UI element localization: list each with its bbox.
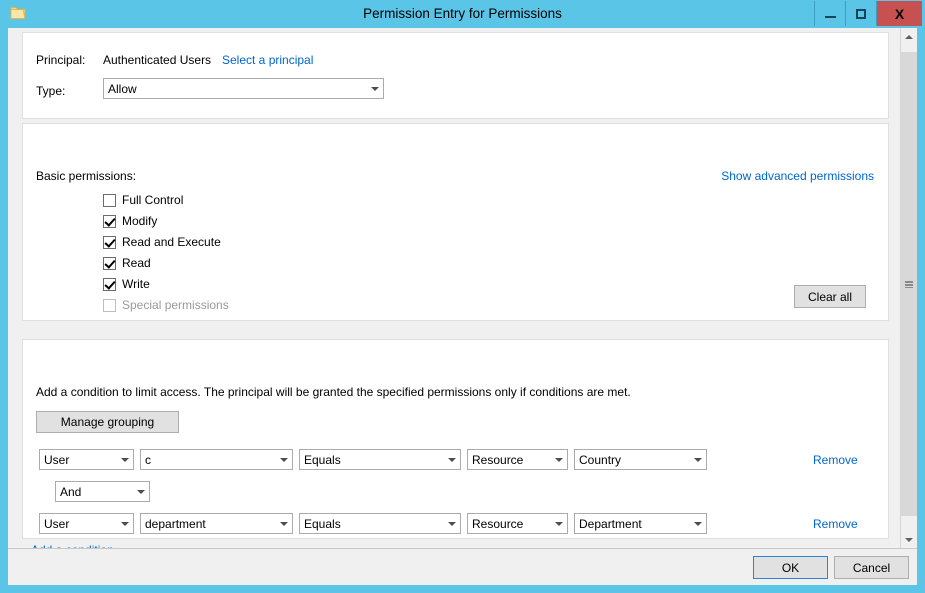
- chevron-down-icon: [275, 450, 292, 469]
- permission-label: Full Control: [122, 193, 184, 207]
- condition-group-operator-value: And: [60, 484, 82, 499]
- condition-2-value-source-value: Resource: [472, 516, 524, 531]
- show-advanced-permissions-link[interactable]: Show advanced permissions: [721, 169, 874, 183]
- checkbox-box: [103, 256, 116, 270]
- condition-1-attribute-combobox[interactable]: c: [140, 449, 293, 470]
- manage-grouping-button[interactable]: Manage grouping: [36, 411, 179, 433]
- condition-2-subject-value: User: [44, 516, 70, 531]
- grip-icon: [905, 280, 913, 288]
- chevron-down-icon: [689, 514, 706, 533]
- chevron-down-icon: [132, 482, 149, 501]
- maximize-icon: [856, 8, 866, 19]
- permission-label: Read and Execute: [122, 235, 221, 249]
- permission-label: Special permissions: [122, 298, 229, 312]
- permission-label: Modify: [122, 214, 158, 228]
- title-bar: Permission Entry for Permissions X: [0, 0, 925, 28]
- condition-2-operator-combobox[interactable]: Equals: [299, 513, 461, 534]
- chevron-down-icon: [443, 450, 460, 469]
- checkbox-box: [103, 214, 116, 228]
- permission-checkbox-modify[interactable]: Modify: [103, 213, 157, 229]
- select-a-principal-link[interactable]: Select a principal: [222, 53, 313, 67]
- scroll-up-button[interactable]: [901, 28, 917, 45]
- chevron-up-icon: [905, 34, 913, 39]
- maximize-button[interactable]: [845, 1, 876, 26]
- chevron-down-icon: [443, 514, 460, 533]
- chevron-down-icon: [550, 514, 567, 533]
- chevron-down-icon: [550, 450, 567, 469]
- scrollbar-thumb[interactable]: [901, 52, 917, 516]
- conditions-description: Add a condition to limit access. The pri…: [36, 385, 631, 399]
- permission-checkbox-special-permissions: Special permissions: [103, 297, 229, 313]
- type-label: Type:: [36, 84, 66, 98]
- condition-group-operator-combobox[interactable]: And: [55, 481, 150, 502]
- condition-1-subject-value: User: [44, 452, 70, 467]
- condition-1-value-combobox[interactable]: Country: [574, 449, 707, 470]
- cancel-button[interactable]: Cancel: [834, 556, 909, 579]
- type-combobox[interactable]: Allow: [103, 78, 384, 99]
- close-button[interactable]: X: [876, 1, 922, 26]
- basic-permissions-heading: Basic permissions:: [36, 169, 137, 183]
- condition-2-attribute-combobox[interactable]: department: [140, 513, 293, 534]
- chevron-down-icon: [116, 514, 133, 533]
- chevron-down-icon: [366, 79, 383, 98]
- condition-2-value-combobox[interactable]: Department: [574, 513, 707, 534]
- condition-1-remove-link[interactable]: Remove: [813, 453, 858, 467]
- dialog-button-bar: OK Cancel: [8, 548, 917, 585]
- scrollable-content: Principal: Authenticated Users Select a …: [8, 28, 917, 548]
- window-title: Permission Entry for Permissions: [363, 6, 562, 21]
- chevron-down-icon: [116, 450, 133, 469]
- dialog-client-area: Principal: Authenticated Users Select a …: [8, 28, 917, 585]
- ok-button[interactable]: OK: [753, 556, 828, 579]
- permission-checkbox-read-and-execute[interactable]: Read and Execute: [103, 234, 221, 250]
- permission-checkbox-read[interactable]: Read: [103, 255, 151, 271]
- permission-checkbox-write[interactable]: Write: [103, 276, 150, 292]
- checkbox-box: [103, 235, 116, 249]
- permission-label: Read: [122, 256, 151, 270]
- condition-2-operator-value: Equals: [304, 516, 341, 531]
- condition-1-value-value: Country: [579, 452, 622, 467]
- condition-1-operator-value: Equals: [304, 452, 341, 467]
- vertical-scrollbar[interactable]: [900, 28, 917, 548]
- window-controls: X: [814, 1, 922, 26]
- condition-1-subject-combobox[interactable]: User: [39, 449, 134, 470]
- close-icon: X: [894, 5, 905, 22]
- condition-1-attribute-value: c: [145, 452, 151, 467]
- minimize-icon: [824, 15, 836, 18]
- checkbox-box: [103, 298, 116, 312]
- condition-1-value-source-value: Resource: [472, 452, 524, 467]
- basic-permissions-panel: Basic permissions: Show advanced permiss…: [22, 123, 889, 321]
- permission-label: Write: [122, 277, 150, 291]
- condition-2-attribute-value: department: [145, 516, 206, 531]
- checkbox-box: [103, 277, 116, 291]
- condition-1-operator-combobox[interactable]: Equals: [299, 449, 461, 470]
- condition-2-remove-link[interactable]: Remove: [813, 517, 858, 531]
- principal-label: Principal:: [36, 53, 86, 67]
- checkbox-box: [103, 193, 116, 207]
- conditions-panel: Add a condition to limit access. The pri…: [22, 339, 889, 539]
- condition-2-value-source-combobox[interactable]: Resource: [467, 513, 568, 534]
- minimize-button[interactable]: [814, 1, 845, 26]
- condition-1-value-source-combobox[interactable]: Resource: [467, 449, 568, 470]
- condition-2-value-value: Department: [579, 516, 642, 531]
- condition-2-subject-combobox[interactable]: User: [39, 513, 134, 534]
- clear-all-button[interactable]: Clear all: [794, 285, 866, 308]
- principal-value: Authenticated Users: [103, 53, 212, 67]
- permission-checkbox-full-control[interactable]: Full Control: [103, 192, 183, 208]
- chevron-down-icon: [689, 450, 706, 469]
- chevron-down-icon: [275, 514, 292, 533]
- principal-panel: Principal: Authenticated Users Select a …: [22, 32, 889, 119]
- permission-entry-dialog: Permission Entry for Permissions X Princ…: [0, 0, 925, 593]
- type-combobox-value: Allow: [108, 81, 137, 96]
- scroll-down-button[interactable]: [901, 531, 917, 548]
- chevron-down-icon: [905, 537, 913, 542]
